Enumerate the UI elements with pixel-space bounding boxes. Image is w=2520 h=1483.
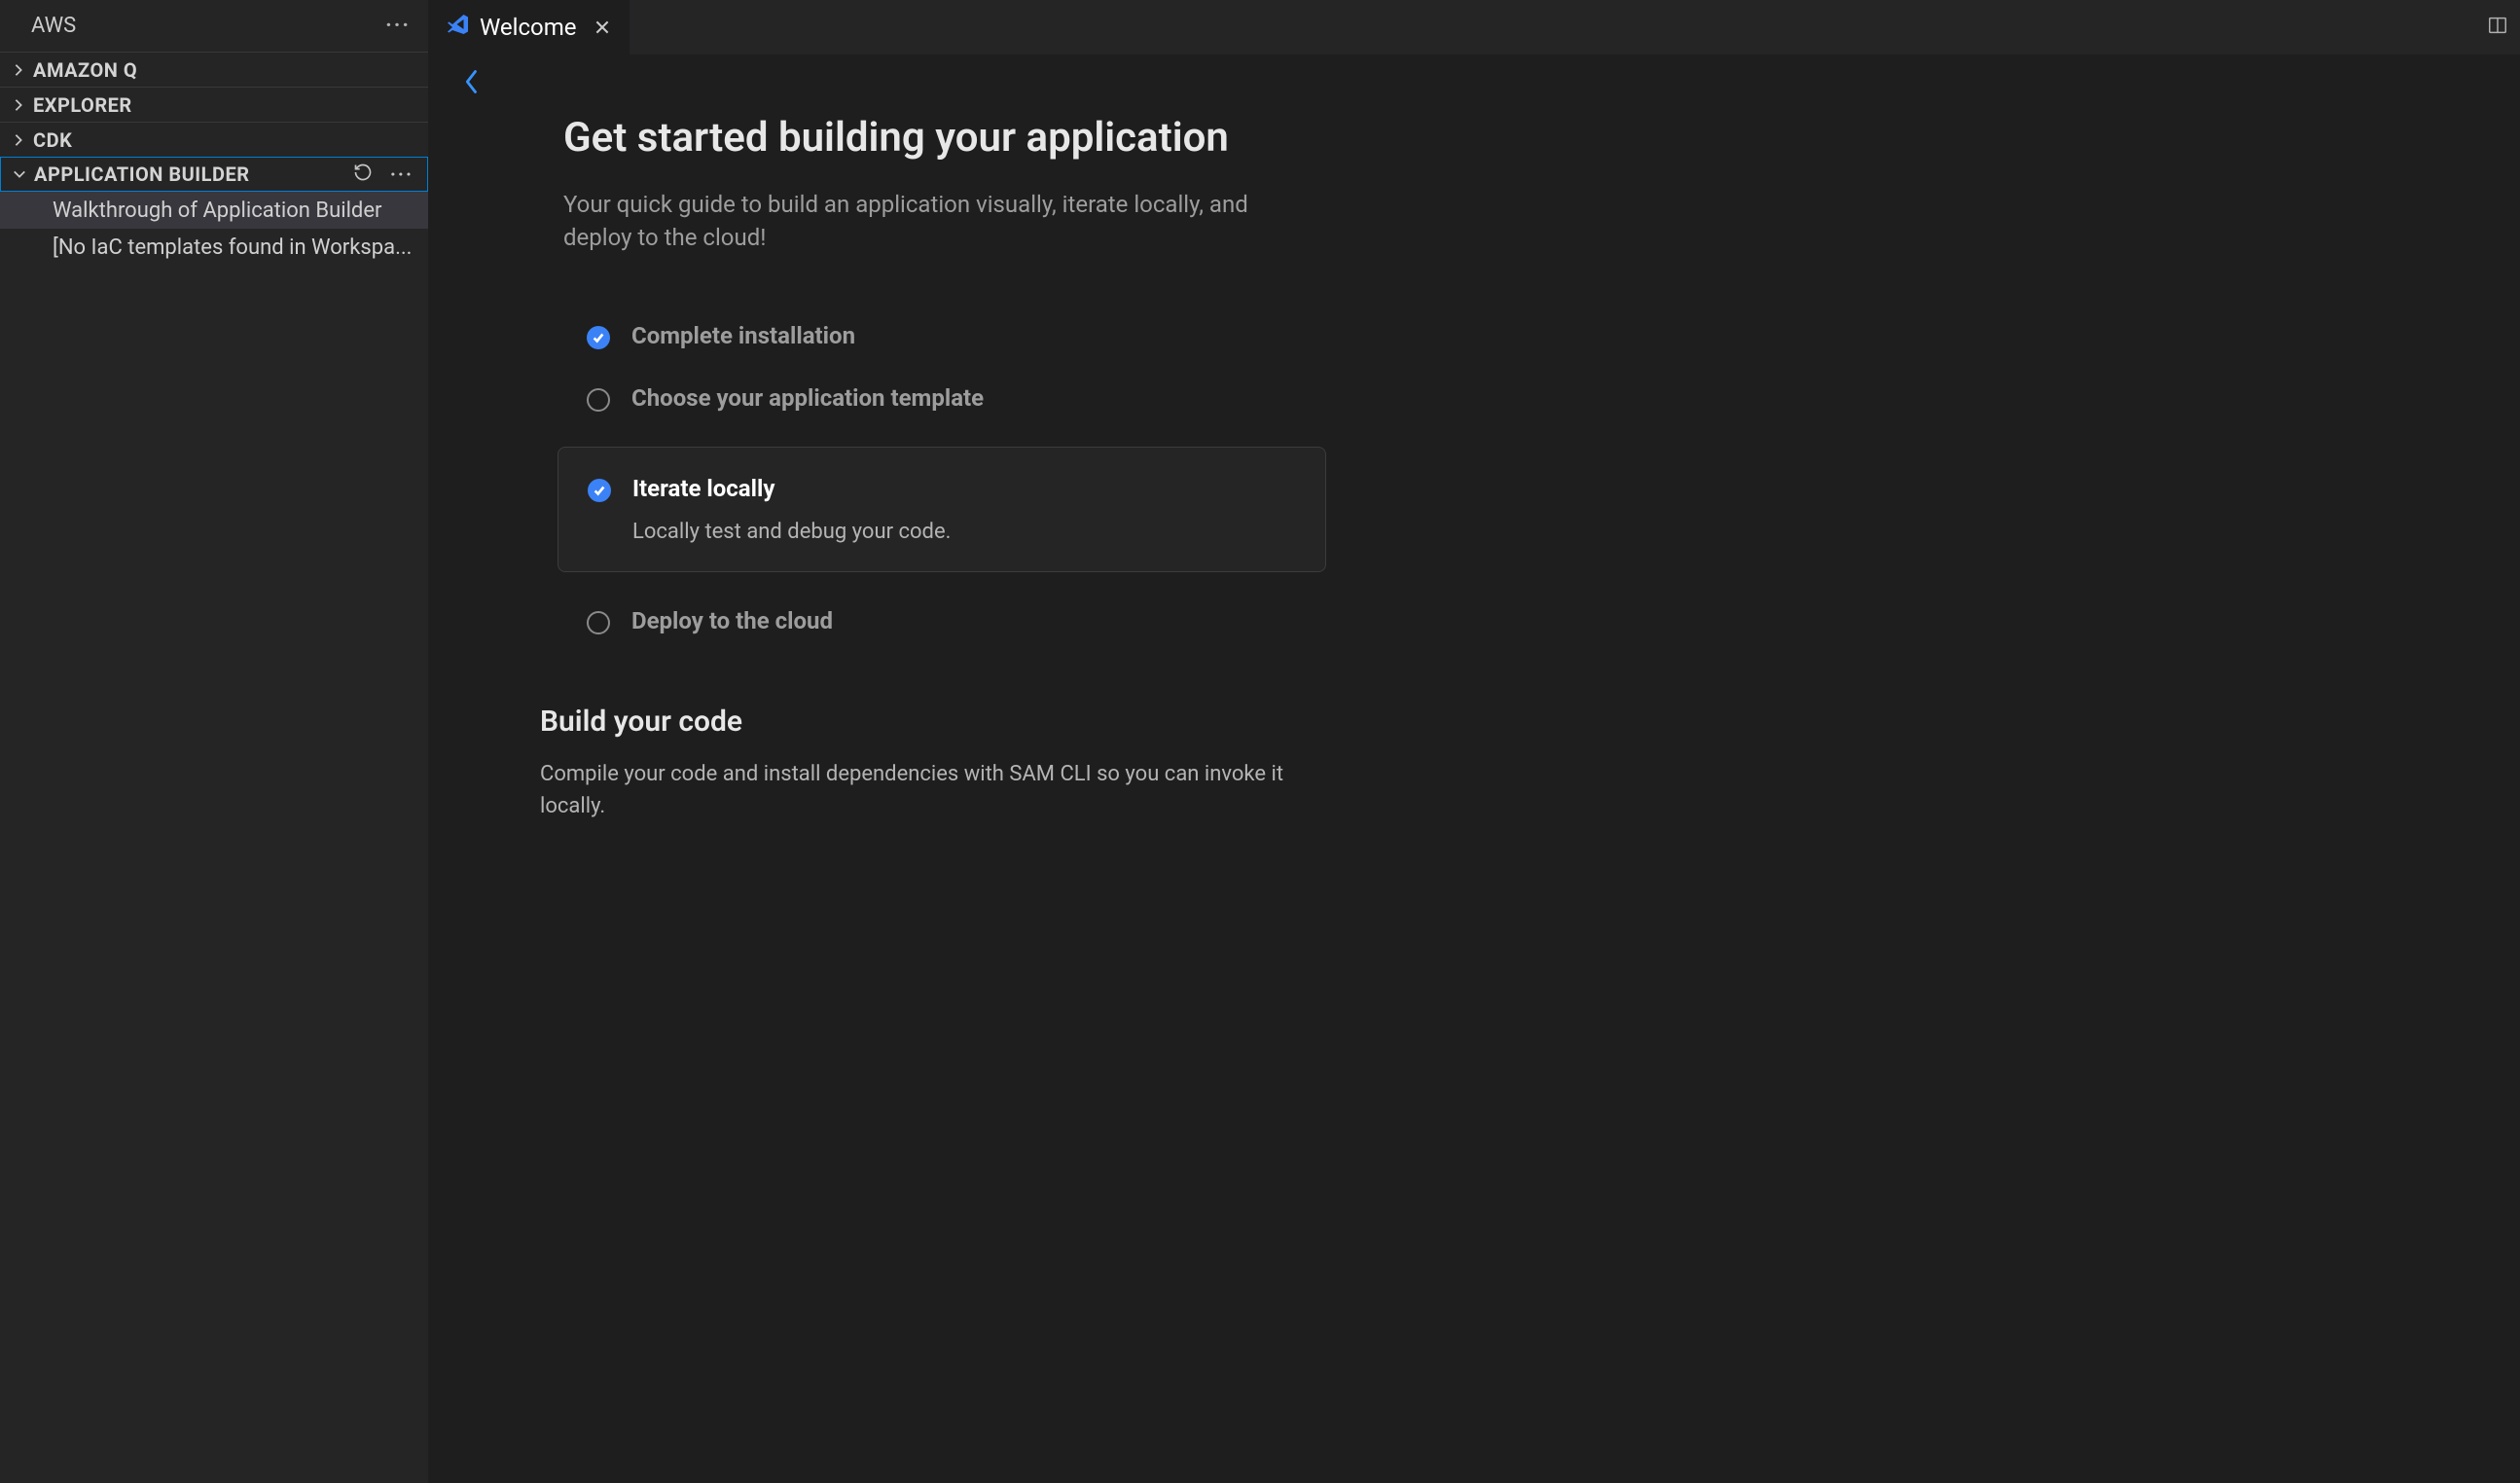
step-iterate-locally[interactable]: Iterate locally Locally test and debug y… — [558, 447, 1326, 572]
tab-title: Welcome — [480, 14, 577, 41]
main-editor: Welcome Get started building your applic… — [429, 0, 2520, 1483]
step-title: Choose your application template — [631, 384, 984, 412]
step-complete-installation[interactable]: Complete installation — [587, 322, 1297, 349]
chevron-right-icon — [12, 133, 25, 147]
section-label: APPLICATION BUILDER — [34, 163, 345, 186]
more-icon[interactable]: ··· — [390, 163, 414, 186]
step-title: Iterate locally — [632, 475, 951, 502]
sidebar-header: AWS ··· — [0, 0, 428, 52]
chevron-right-icon — [12, 98, 25, 112]
back-button[interactable] — [456, 68, 2493, 102]
sidebar-section-explorer[interactable]: EXPLORER — [0, 87, 428, 122]
subsection-text: Compile your code and install dependenci… — [540, 758, 1297, 822]
subsection-heading: Build your code — [540, 705, 1297, 739]
sidebar-section-cdk[interactable]: CDK — [0, 122, 428, 157]
step-deploy-cloud[interactable]: Deploy to the cloud — [587, 607, 1297, 634]
vscode-icon — [447, 13, 470, 42]
circle-icon — [587, 388, 610, 412]
tree-item-label: [No IaC templates found in Workspa... — [53, 235, 412, 260]
walkthrough-steps: Complete installation Choose your applic… — [563, 322, 1297, 634]
page-title: Get started building your application — [563, 114, 1297, 162]
step-title: Complete installation — [631, 322, 855, 349]
chevron-down-icon — [13, 167, 26, 181]
check-icon — [587, 326, 610, 349]
chevron-right-icon — [12, 63, 25, 77]
sidebar-more-icon[interactable]: ··· — [385, 14, 411, 38]
tree-item-no-templates[interactable]: [No IaC templates found in Workspa... — [0, 229, 428, 266]
section-label: CDK — [33, 128, 428, 152]
step-description: Locally test and debug your code. — [632, 520, 951, 544]
sidebar: AWS ··· AMAZON Q EXPLORER CDK APPLICATIO… — [0, 0, 429, 1483]
step-title: Deploy to the cloud — [631, 607, 833, 634]
circle-icon — [587, 611, 610, 634]
tab-welcome[interactable]: Welcome — [429, 0, 630, 54]
tab-bar: Welcome — [429, 0, 2520, 54]
section-label: EXPLORER — [33, 93, 428, 117]
refresh-icon[interactable] — [353, 163, 373, 187]
sidebar-title: AWS — [31, 14, 76, 38]
tree-item-walkthrough[interactable]: Walkthrough of Application Builder — [0, 192, 428, 229]
section-label: AMAZON Q — [33, 58, 428, 82]
step-choose-template[interactable]: Choose your application template — [587, 384, 1297, 412]
sidebar-section-application-builder[interactable]: APPLICATION BUILDER ··· — [0, 157, 428, 192]
sidebar-section-amazon-q[interactable]: AMAZON Q — [0, 52, 428, 87]
page-subtitle: Your quick guide to build an application… — [563, 189, 1297, 254]
close-icon[interactable] — [593, 18, 612, 36]
tab-actions-right — [2487, 15, 2520, 40]
welcome-content: Get started building your application Yo… — [429, 54, 2520, 1483]
tree-item-label: Walkthrough of Application Builder — [53, 199, 381, 223]
split-editor-icon[interactable] — [2487, 15, 2508, 40]
check-icon — [588, 479, 611, 502]
